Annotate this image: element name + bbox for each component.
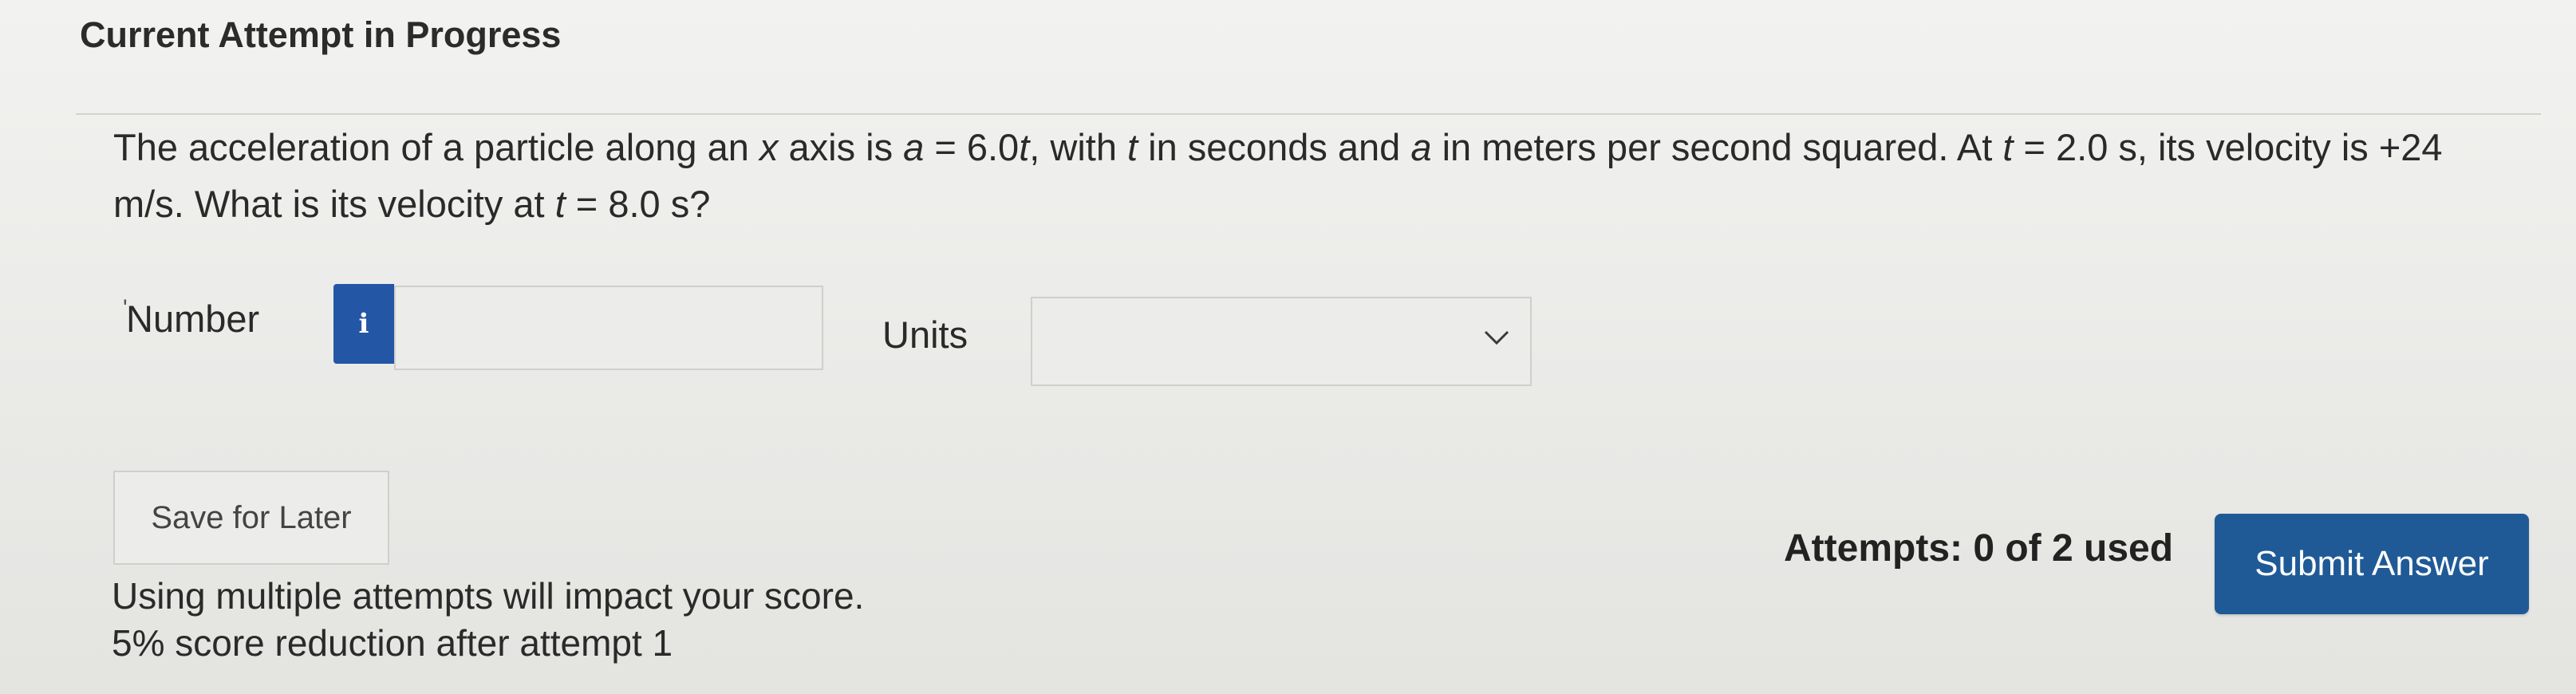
question-part: in seconds and [1138,126,1411,168]
warning-line: Using multiple attempts will impact your… [112,575,865,617]
question-variable: t [1127,126,1138,168]
question-variable: a [903,126,925,168]
units-select[interactable] [1031,297,1532,386]
number-input[interactable] [394,286,823,370]
question-part: The acceleration of a particle along an [113,126,759,168]
attempt-warning: Using multiple attempts will impact your… [112,573,864,667]
info-icon: i [358,308,369,340]
question-variable: t [1019,126,1030,168]
question-part: in meters per second squared. At [1431,126,2003,168]
warning-line: 5% score reduction after attempt 1 [112,621,673,664]
question-variable: a [1410,126,1432,168]
question-variable: t [554,182,566,225]
number-label: Number [126,298,260,340]
question-text: The acceleration of a particle along an … [113,120,2523,232]
header-divider [76,113,2541,115]
save-for-later-button[interactable]: Save for Later [113,471,389,565]
question-part: , with [1029,126,1128,168]
units-label: Units [882,313,968,356]
question-part: = 8.0 s? [565,182,711,225]
question-variable: x [759,126,779,168]
page-title: Current Attempt in Progress [80,14,562,55]
question-part: = 6.0 [924,126,1020,168]
submit-answer-button[interactable]: Submit Answer [2215,514,2529,614]
attempts-counter: Attempts: 0 of 2 used [1784,527,2174,570]
chevron-down-icon [1484,330,1509,345]
page: Current Attempt in Progress The accelera… [0,0,2576,694]
question-variable: t [2002,126,2014,168]
info-button[interactable]: i [333,284,394,364]
question-part: axis is [778,126,904,168]
